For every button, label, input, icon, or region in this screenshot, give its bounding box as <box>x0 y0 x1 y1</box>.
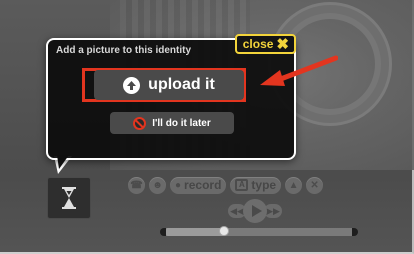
progress-handle[interactable] <box>218 226 229 236</box>
playback-controls: ◀◀ ▶▶ <box>228 199 282 223</box>
media-controls: ☎ ☻ ● record A type ▲ ✕ <box>128 176 324 194</box>
close-icon: ✖ <box>276 35 289 53</box>
cancel-button[interactable]: ✕ <box>306 176 324 194</box>
timer-button[interactable] <box>47 177 91 219</box>
upload-arrow-button[interactable]: ▲ <box>285 176 303 194</box>
type-label: type <box>251 178 277 192</box>
close-label: close <box>242 37 274 51</box>
arrow-up-icon: ▲ <box>288 179 299 191</box>
popup-title: Add a picture to this identity <box>56 45 192 56</box>
close-icon: ✕ <box>310 179 319 191</box>
record-button[interactable]: ● record <box>170 176 227 194</box>
microphone-icon: ● <box>175 179 182 191</box>
keyboard-icon: A <box>235 179 249 191</box>
progress-fill <box>166 228 224 236</box>
later-label: I'll do it later <box>152 117 211 129</box>
play-button[interactable] <box>243 199 267 223</box>
close-button[interactable]: close ✖ <box>234 34 296 54</box>
face-icon: ☻ <box>152 179 163 191</box>
hourglass-icon <box>62 187 76 209</box>
upload-label: upload it <box>148 76 215 93</box>
popup-tail-inner <box>57 155 69 169</box>
upload-button[interactable]: upload it <box>94 70 244 100</box>
face-button[interactable]: ☻ <box>149 176 166 194</box>
prohibited-icon <box>133 116 147 130</box>
record-label: record <box>184 178 222 192</box>
fast-forward-icon: ▶▶ <box>266 205 280 216</box>
rewind-icon: ◀◀ <box>230 205 244 216</box>
red-arrow-annotation <box>260 55 338 86</box>
upload-arrow-icon <box>123 76 141 94</box>
phone-button[interactable]: ☎ <box>128 176 145 194</box>
phone-icon: ☎ <box>130 179 143 191</box>
later-button[interactable]: I'll do it later <box>110 112 234 134</box>
progress-bar[interactable] <box>160 226 358 236</box>
type-button[interactable]: A type <box>230 176 282 194</box>
